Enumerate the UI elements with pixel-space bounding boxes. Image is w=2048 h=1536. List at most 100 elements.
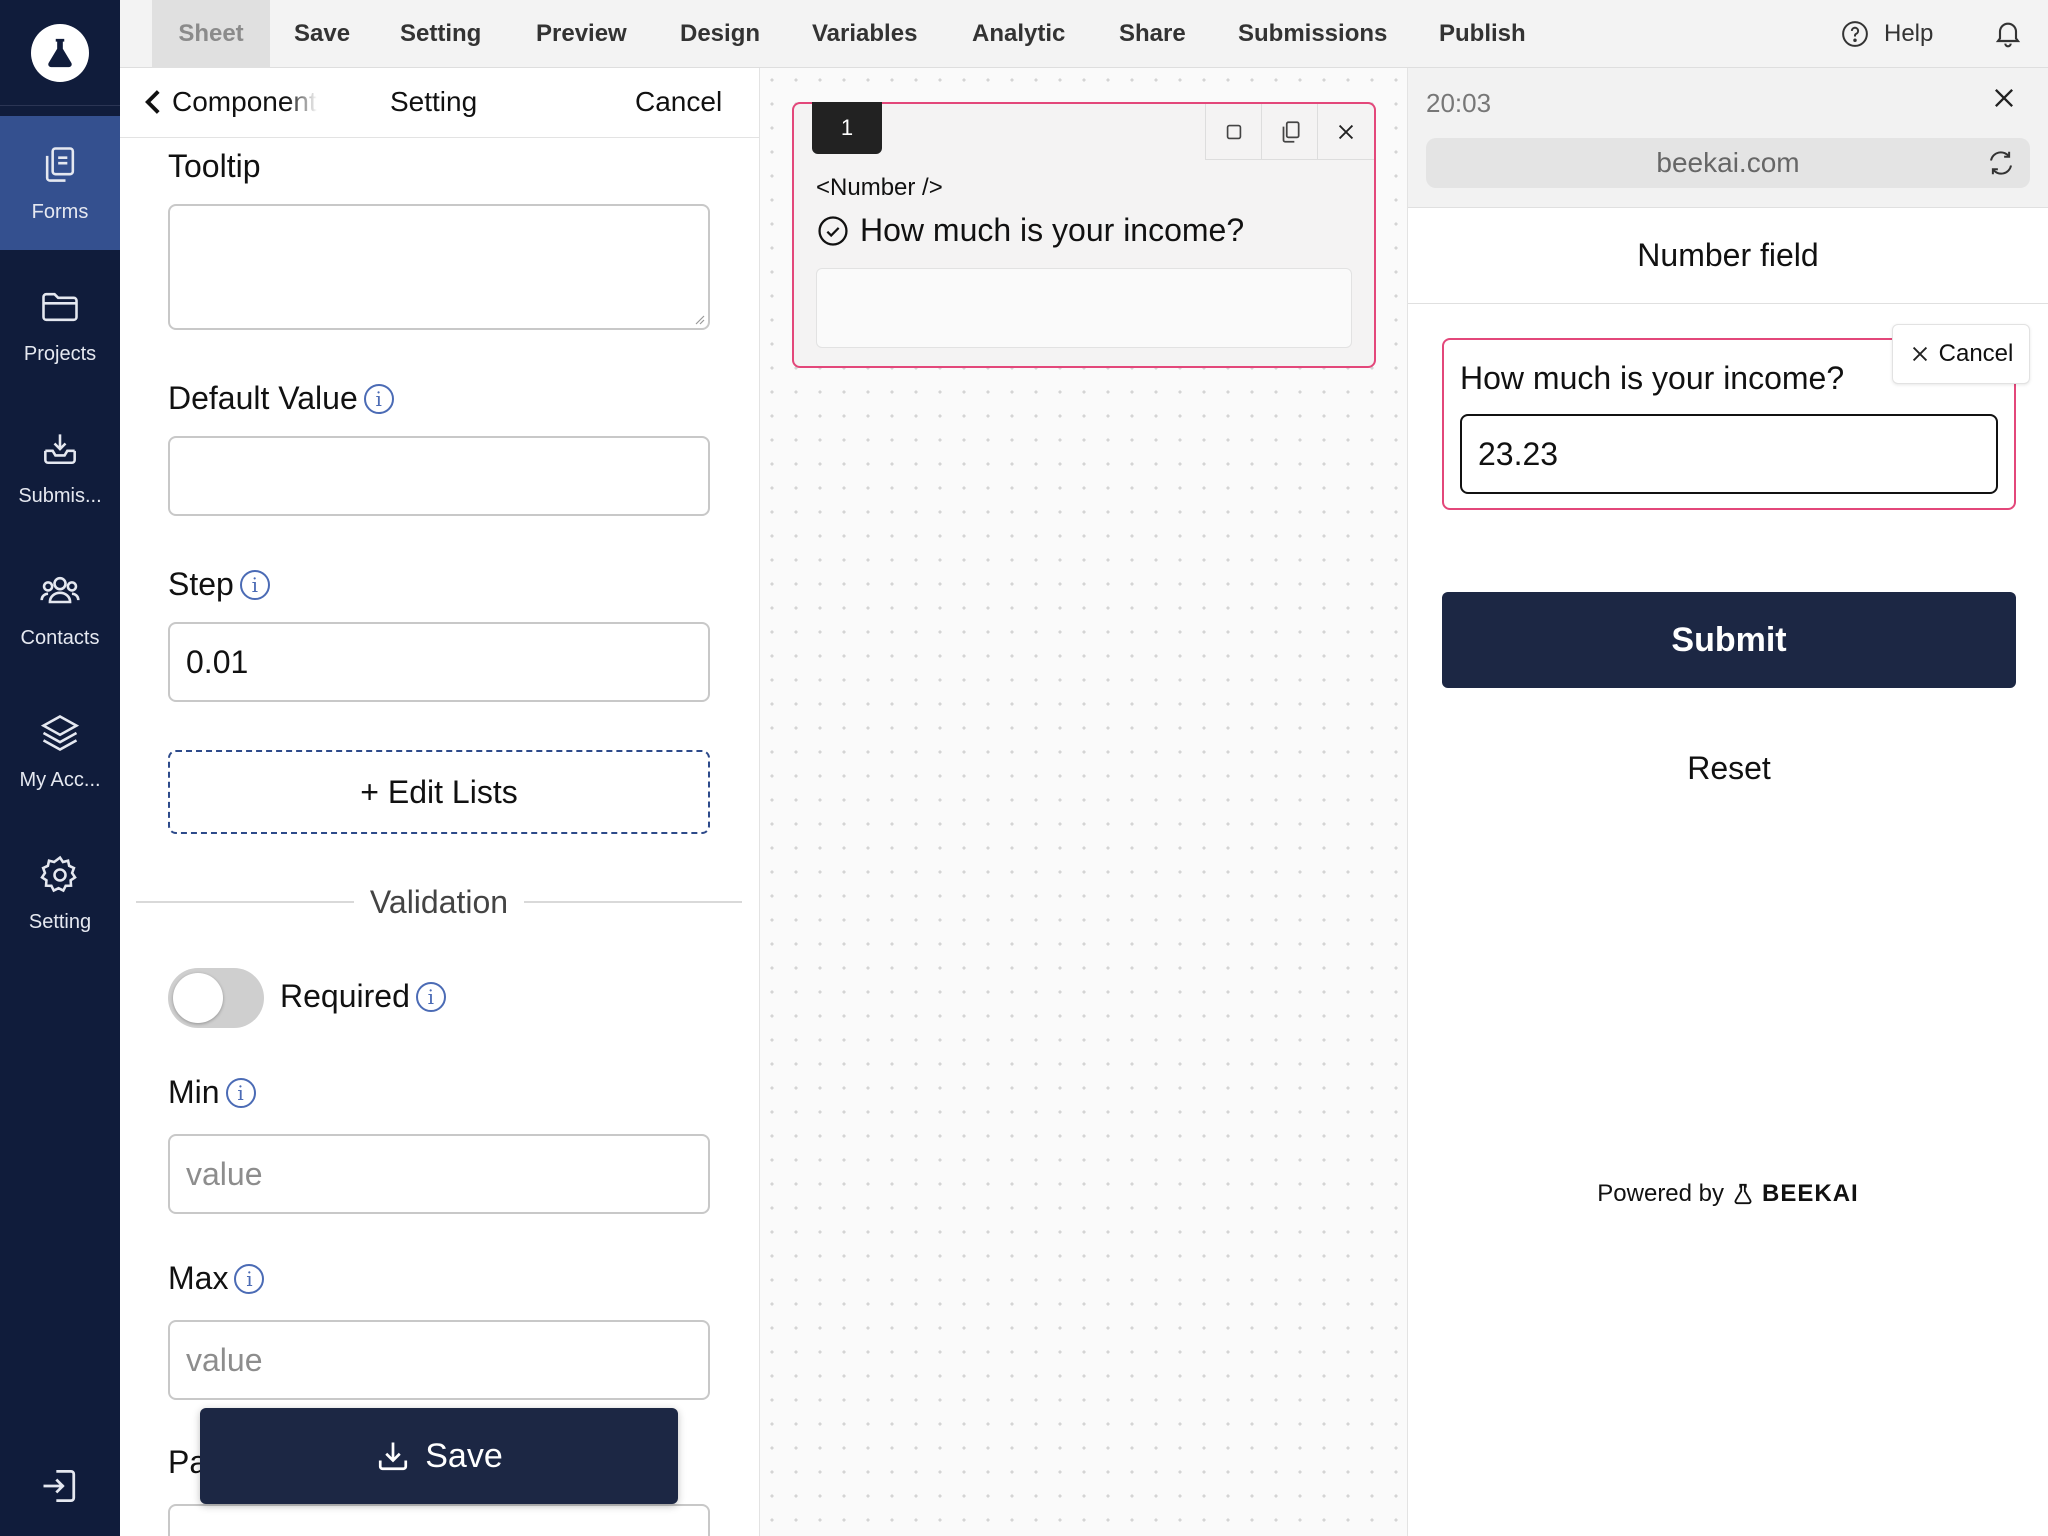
validation-divider: Validation — [136, 882, 743, 922]
component-tag: <Number /> — [816, 174, 943, 201]
save-button[interactable]: Save — [200, 1408, 678, 1504]
preview-cancel-label: Cancel — [1938, 340, 2014, 367]
tooltip-label: Tooltip — [168, 148, 261, 185]
reload-icon[interactable] — [1986, 148, 2016, 185]
copy-icon[interactable] — [1262, 104, 1318, 160]
menu-analytic[interactable]: Analytic — [972, 0, 1065, 68]
flask-icon — [1734, 1183, 1752, 1205]
submit-button[interactable]: Submit — [1442, 592, 2016, 688]
step-label-text: Step — [168, 566, 234, 602]
menu-publish[interactable]: Publish — [1439, 0, 1526, 68]
preview-panel: 20:03 beekai.com Number field How much i… — [1408, 68, 2048, 1536]
menu-variables[interactable]: Variables — [812, 0, 917, 68]
number-field-card[interactable]: 1 <Number /> How much is your income? — [792, 102, 1376, 368]
default-value-input[interactable] — [168, 436, 710, 516]
sidebar-item-projects[interactable]: Projects — [0, 258, 120, 392]
save-label: Save — [425, 1436, 503, 1475]
required-toggle[interactable] — [168, 968, 264, 1028]
required-label: Required i — [280, 978, 446, 1015]
top-menu-bar: Sheet Save Setting Preview Design Variab… — [120, 0, 2048, 68]
step-label: Step i — [168, 566, 270, 603]
menu-sheet[interactable]: Sheet — [152, 0, 270, 68]
card-question: How much is your income? — [816, 212, 1244, 249]
preview-browser-bar: 20:03 beekai.com — [1408, 68, 2048, 208]
inbox-icon — [44, 433, 76, 464]
tooltip-textarea[interactable] — [168, 204, 710, 330]
powered-by-text: Powered by — [1597, 1180, 1725, 1207]
sidebar-item-forms[interactable]: Forms — [0, 116, 120, 250]
help-icon — [1842, 21, 1868, 47]
sidebar-item-label: Contacts — [20, 626, 100, 649]
form-canvas[interactable]: 1 <Number /> How much is your income? — [760, 68, 1408, 1536]
toggle-knob — [173, 973, 223, 1023]
card-index-badge: 1 — [812, 102, 882, 154]
sidebar-item-label: Submis... — [18, 484, 102, 507]
settings-title: Setting — [390, 86, 478, 117]
menu-save[interactable]: Save — [294, 0, 350, 68]
flask-icon[interactable] — [31, 23, 89, 82]
sidebar-item-my-account[interactable]: My Acc... — [0, 684, 120, 818]
menu-submissions[interactable]: Submissions — [1238, 0, 1387, 68]
square-icon[interactable] — [1206, 104, 1262, 160]
preview-url-bar[interactable]: beekai.com — [1426, 138, 2030, 188]
logo-area — [0, 0, 120, 106]
check-circle-icon — [818, 215, 848, 246]
preview-question: How much is your income? — [1460, 360, 1845, 396]
resize-handle-icon — [695, 315, 705, 325]
close-icon — [1912, 346, 1927, 362]
menu-setting[interactable]: Setting — [400, 0, 481, 68]
info-icon[interactable]: i — [225, 1077, 256, 1108]
next-field-input[interactable] — [168, 1504, 710, 1536]
validation-heading: Validation — [369, 883, 509, 920]
settings-panel: Component Setting Cancel Tooltip Default… — [120, 68, 760, 1536]
menu-share[interactable]: Share — [1119, 0, 1186, 68]
contacts-icon — [40, 576, 80, 603]
info-icon[interactable]: i — [415, 981, 446, 1012]
min-input[interactable]: value — [168, 1134, 710, 1214]
gear-icon — [40, 855, 77, 892]
card-question-text: How much is your income? — [860, 212, 1245, 248]
max-label-text: Max — [168, 1260, 229, 1296]
step-input[interactable]: 0.01 — [168, 622, 710, 702]
card-number-field[interactable] — [816, 268, 1352, 348]
close-icon[interactable] — [1990, 84, 2018, 117]
sidebar-item-contacts[interactable]: Contacts — [0, 542, 120, 676]
download-icon — [379, 1442, 408, 1471]
menu-design[interactable]: Design — [680, 0, 760, 68]
close-icon[interactable] — [1318, 104, 1374, 160]
back-label: Component — [172, 86, 317, 117]
preview-number-input[interactable]: 23.23 — [1460, 414, 1998, 494]
reset-button[interactable]: Reset — [1442, 740, 2016, 796]
help-button[interactable]: Help — [1840, 0, 1933, 68]
divider-line — [524, 901, 743, 903]
max-input[interactable]: value — [168, 1320, 710, 1400]
settings-cancel-button[interactable]: Cancel — [635, 86, 722, 118]
bell-icon[interactable] — [1992, 17, 2024, 54]
edit-lists-button[interactable]: + Edit Lists — [168, 750, 710, 834]
powered-by: Powered by BEEKAI — [1408, 1180, 2048, 1208]
info-icon[interactable]: i — [363, 383, 394, 414]
back-to-component[interactable]: Component — [142, 86, 342, 118]
logout-icon[interactable] — [38, 1464, 82, 1513]
folder-icon — [42, 292, 78, 321]
left-nav: Forms Projects Submis... Contacts My Acc… — [0, 0, 120, 1536]
chevron-left-icon — [145, 90, 160, 114]
max-label: Max i — [168, 1260, 265, 1297]
sidebar-item-setting[interactable]: Setting — [0, 826, 120, 960]
preview-cancel-button[interactable]: Cancel — [1892, 324, 2030, 384]
sidebar-item-label: Forms — [31, 200, 89, 223]
preview-url: beekai.com — [1656, 147, 1800, 178]
info-icon[interactable]: i — [234, 1263, 265, 1294]
sidebar-item-submissions[interactable]: Submis... — [0, 400, 120, 534]
default-value-label-text: Default Value — [168, 380, 358, 416]
preview-form-title: Number field — [1408, 208, 2048, 304]
sidebar-item-label: My Acc... — [19, 768, 101, 791]
preview-time: 20:03 — [1426, 88, 1492, 118]
min-label-text: Min — [168, 1074, 220, 1110]
tooltip-label-text: Tooltip — [168, 148, 261, 184]
info-icon[interactable]: i — [239, 569, 270, 600]
required-label-text: Required — [280, 978, 410, 1014]
menu-preview[interactable]: Preview — [536, 0, 627, 68]
layers-icon — [40, 714, 80, 751]
help-label: Help — [1884, 20, 1934, 47]
